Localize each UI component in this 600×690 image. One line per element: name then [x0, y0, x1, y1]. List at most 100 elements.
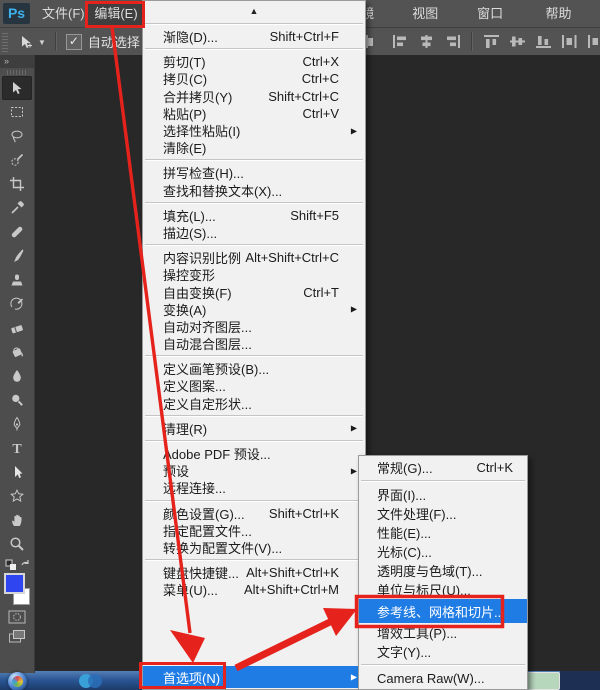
window-preview-thumbnail[interactable]	[527, 672, 560, 690]
menu-item-label: 操控变形	[163, 266, 215, 283]
taskbar-app-icon[interactable]	[76, 672, 106, 689]
zoom-icon	[9, 536, 25, 552]
edit-menu-item-paste[interactable]: 粘贴(P)Ctrl+V	[143, 105, 365, 122]
preferences-item-plug-ins[interactable]: 增效工具(P)...	[359, 623, 527, 642]
screen-mode-button[interactable]	[2, 627, 32, 645]
edit-menu-item-menus[interactable]: 菜单(U)...Alt+Shift+Ctrl+M	[143, 581, 365, 598]
edit-menu-item-fill[interactable]: 填充(L)...Shift+F5	[143, 207, 365, 224]
edit-menu-item-remote-connections[interactable]: 远程连接...	[143, 479, 365, 496]
distribute-horizontal-centers-icon	[587, 34, 600, 49]
tool-preset-picker[interactable]: ▼	[18, 34, 46, 50]
preferences-item-interface[interactable]: 界面(I)...	[359, 485, 527, 504]
edit-menu-item-auto-blend-layers[interactable]: 自动混合图层...	[143, 335, 365, 352]
align-horizontal-centers-button[interactable]	[418, 34, 435, 49]
tool-quick-selection[interactable]	[2, 148, 32, 172]
tool-eyedropper[interactable]	[2, 196, 32, 220]
tool-custom-shape[interactable]	[2, 484, 32, 508]
menu-separator	[145, 159, 363, 161]
edit-menu-item-paste-special[interactable]: 选择性粘贴(I)▶	[143, 122, 365, 139]
default-and-swap-colors[interactable]	[2, 558, 32, 571]
edit-menu-item-keyboard-shortcuts[interactable]: 键盘快捷键...Alt+Shift+Ctrl+K	[143, 564, 365, 581]
tool-move[interactable]	[2, 76, 32, 100]
edit-menu-item-transform[interactable]: 变换(A)▶	[143, 301, 365, 318]
edit-menu-item-color-settings[interactable]: 颜色设置(G)...Shift+Ctrl+K	[143, 505, 365, 522]
edit-menu-item-assign-profile[interactable]: 指定配置文件...	[143, 522, 365, 539]
photoshop-window: Ps 文件(F) 编辑(E) 镜(T) 视图(V) 窗口(W) 帮助(H) ▼ …	[0, 0, 600, 690]
align-partial-button[interactable]	[366, 34, 383, 49]
tool-paint-bucket[interactable]	[2, 340, 32, 364]
tool-crop[interactable]	[2, 172, 32, 196]
menu-separator	[145, 415, 363, 417]
tool-blur[interactable]	[2, 364, 32, 388]
edit-menu-item-check-spelling[interactable]: 拼写检查(H)...	[143, 164, 365, 181]
preferences-item-performance[interactable]: 性能(E)...	[359, 523, 527, 542]
edit-menu-item-puppet-warp[interactable]: 操控变形	[143, 266, 365, 283]
edit-menu-item-define-pattern[interactable]: 定义图案...	[143, 377, 365, 394]
edit-menu-item-stroke[interactable]: 描边(S)...	[143, 224, 365, 241]
menu-item-label: 文字(Y)...	[377, 642, 431, 661]
edit-menu-item-adobe-pdf-presets[interactable]: Adobe PDF 预设...	[143, 445, 365, 462]
preferences-item-transparency-gamut[interactable]: 透明度与色域(T)...	[359, 561, 527, 580]
menu-view[interactable]: 视图(V)	[401, 0, 466, 27]
auto-select-checkbox[interactable]: ✓	[66, 34, 82, 50]
align-vertical-centers-button[interactable]	[509, 34, 526, 49]
edit-menu-item-purge[interactable]: 清理(R)▶	[143, 420, 365, 437]
tool-lasso[interactable]	[2, 124, 32, 148]
preferences-item-file-handling[interactable]: 文件处理(F)...	[359, 504, 527, 523]
edit-menu-item-cut[interactable]: 剪切(T)Ctrl+X	[143, 53, 365, 70]
tool-hand[interactable]	[2, 508, 32, 532]
distribute-horizontal-centers-button[interactable]	[587, 34, 600, 49]
custom-shape-icon	[9, 488, 25, 504]
edit-menu-item-clear[interactable]: 清除(E)	[143, 139, 365, 156]
menu-help[interactable]: 帮助(H)	[534, 0, 600, 27]
edit-menu-item-define-brush-preset[interactable]: 定义画笔预设(B)...	[143, 360, 365, 377]
align-right-edges-button[interactable]	[444, 34, 461, 49]
edit-menu-item-define-custom-shape[interactable]: 定义自定形状...	[143, 395, 365, 412]
tool-eraser[interactable]	[2, 316, 32, 340]
move-tool-icon	[18, 34, 34, 50]
menu-window[interactable]: 窗口(W)	[466, 0, 534, 27]
menu-edit[interactable]: 编辑(E)	[88, 1, 144, 26]
tool-pen[interactable]	[2, 412, 32, 436]
tool-brush[interactable]	[2, 244, 32, 268]
foreground-color-swatch[interactable]	[4, 573, 25, 594]
edit-menu-item-convert-to-profile[interactable]: 转换为配置文件(V)...	[143, 539, 365, 556]
align-bottom-edges-button[interactable]	[535, 34, 552, 49]
preferences-item-camera-raw[interactable]: Camera Raw(W)...	[359, 669, 527, 688]
tool-history-brush[interactable]	[2, 292, 32, 316]
preferences-item-guides-grid-slices[interactable]: 参考线、网格和切片...	[359, 599, 527, 623]
edit-menu-item-fade[interactable]: 渐隐(D)...Shift+Ctrl+F	[143, 28, 365, 45]
menu-item-label: 描边(S)...	[163, 224, 217, 241]
distribute-left-edges-button[interactable]	[561, 34, 578, 49]
edit-menu-item-presets[interactable]: 预设▶	[143, 462, 365, 479]
align-top-edges-button[interactable]	[483, 34, 500, 49]
panel-grip[interactable]	[7, 70, 27, 75]
windows-start-orb[interactable]	[8, 672, 27, 690]
menu-separator	[361, 664, 525, 666]
menu-scroll-up-arrow[interactable]: ▲	[143, 2, 365, 20]
edit-menu-item-preferences[interactable]: 首选项(N)▶	[143, 666, 365, 688]
edit-menu-item-copy-merged[interactable]: 合并拷贝(Y)Shift+Ctrl+C	[143, 88, 365, 105]
edit-menu-item-copy[interactable]: 拷贝(C)Ctrl+C	[143, 70, 365, 87]
menu-item-label: 菜单(U)...	[163, 581, 218, 598]
edit-menu-item-auto-align-layers[interactable]: 自动对齐图层...	[143, 318, 365, 335]
edit-menu-item-content-aware-scale[interactable]: 内容识别比例Alt+Shift+Ctrl+C	[143, 249, 365, 266]
quick-mask-button[interactable]	[2, 608, 32, 626]
preferences-item-type[interactable]: 文字(Y)...	[359, 642, 527, 661]
tool-rectangular-marquee[interactable]	[2, 100, 32, 124]
options-bar-grip[interactable]	[2, 31, 8, 52]
menu-file[interactable]: 文件(F)	[36, 0, 91, 27]
edit-menu-item-find-replace-text[interactable]: 查找和替换文本(X)...	[143, 182, 365, 199]
align-left-edges-button[interactable]	[392, 34, 409, 49]
edit-menu-item-free-transform[interactable]: 自由变换(F)Ctrl+T	[143, 283, 365, 300]
preferences-item-general[interactable]: 常规(G)...Ctrl+K	[359, 458, 527, 477]
tool-horizontal-type[interactable]: T	[2, 436, 32, 460]
tool-clone-stamp[interactable]	[2, 268, 32, 292]
preferences-item-units-rulers[interactable]: 单位与标尺(U)...	[359, 580, 527, 599]
tool-spot-healing-brush[interactable]	[2, 220, 32, 244]
tool-dodge[interactable]	[2, 388, 32, 412]
tool-path-selection[interactable]	[2, 460, 32, 484]
tool-zoom[interactable]	[2, 532, 32, 556]
preferences-item-cursors[interactable]: 光标(C)...	[359, 542, 527, 561]
collapse-panel-icon[interactable]: »	[0, 55, 34, 68]
